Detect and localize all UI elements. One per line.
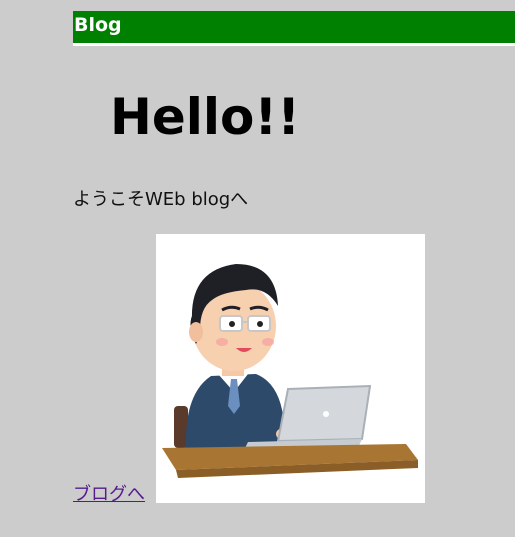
header-bar: Blog xyxy=(73,11,515,46)
welcome-text: ようこそWEb blogへ xyxy=(73,189,249,210)
page: Blog Hello!! ようこそWEb blogへ ブログへ xyxy=(0,0,515,537)
blog-link[interactable]: ブログへ xyxy=(73,484,145,506)
man-with-laptop-illustration xyxy=(156,234,425,503)
page-heading: Hello!! xyxy=(110,88,300,146)
illustration-svg xyxy=(162,264,418,478)
site-title: Blog xyxy=(74,14,122,36)
